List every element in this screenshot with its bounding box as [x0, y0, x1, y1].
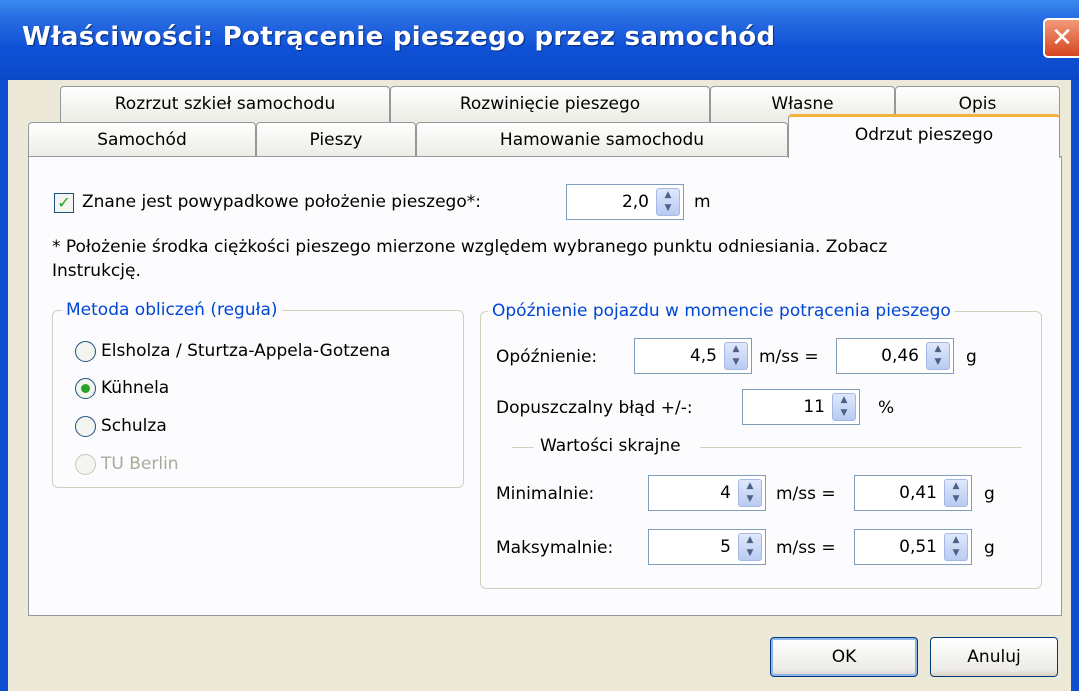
spin-buttons[interactable]: ▲ ▼: [738, 533, 762, 561]
maximum-unit-mss: m/ss =: [776, 538, 836, 558]
spin-up-icon[interactable]: ▲: [739, 534, 761, 547]
spin-down-icon[interactable]: ▼: [945, 547, 967, 560]
maximum-unit-g: g: [984, 538, 995, 558]
ok-button[interactable]: OK: [770, 637, 918, 677]
spin-up-icon[interactable]: ▲: [725, 343, 747, 356]
known-position-spinner[interactable]: 2,0 ▲ ▼: [566, 184, 684, 220]
spin-down-icon[interactable]: ▼: [739, 493, 761, 506]
spin-buttons[interactable]: ▲ ▼: [724, 342, 748, 370]
tab-rozrzut-szkiel[interactable]: Rozrzut szkieł samochodu: [60, 86, 390, 122]
spin-buttons[interactable]: ▲ ▼: [926, 342, 950, 370]
deceleration-value: 4,5: [689, 346, 717, 366]
radio-tu-berlin: [75, 454, 96, 475]
tolerance-value: 11: [803, 397, 825, 417]
spin-down-icon[interactable]: ▼: [833, 407, 855, 420]
spin-buttons[interactable]: ▲ ▼: [832, 393, 856, 421]
note-line-2: Instrukcję.: [52, 261, 141, 281]
minimum-g-spinner[interactable]: 0,41 ▲ ▼: [854, 475, 972, 511]
maximum-spinner[interactable]: 5 ▲ ▼: [648, 529, 766, 565]
radio-elsholza[interactable]: [75, 341, 96, 362]
extremes-title: Wartości skrajne: [540, 436, 681, 456]
spin-buttons[interactable]: ▲ ▼: [944, 533, 968, 561]
tab-samochod[interactable]: Samochód: [28, 122, 256, 158]
deceleration-spinner[interactable]: 4,5 ▲ ▼: [634, 338, 752, 374]
spin-up-icon[interactable]: ▲: [945, 480, 967, 493]
spin-buttons[interactable]: ▲ ▼: [738, 479, 762, 507]
known-position-unit: m: [694, 192, 711, 212]
deceleration-unit-mss: m/ss =: [759, 347, 819, 367]
tab-rozwiniecie-pieszego[interactable]: Rozwinięcie pieszego: [390, 86, 710, 122]
tab-hamowanie-samochodu[interactable]: Hamowanie samochodu: [416, 122, 788, 158]
radio-schulza[interactable]: [75, 416, 96, 437]
spin-up-icon[interactable]: ▲: [927, 343, 949, 356]
minimum-spinner[interactable]: 4 ▲ ▼: [648, 475, 766, 511]
tab-pieszy[interactable]: Pieszy: [256, 122, 416, 158]
maximum-g-value: 0,51: [899, 537, 937, 557]
deceleration-unit-g: g: [966, 347, 977, 367]
method-group-legend: Metoda obliczeń (reguła): [62, 300, 282, 320]
spin-down-icon[interactable]: ▼: [739, 547, 761, 560]
deceleration-g-value: 0,46: [881, 346, 919, 366]
note-line-1: * Położenie środka ciężkości pieszego mi…: [52, 237, 888, 257]
spin-buttons[interactable]: ▲ ▼: [944, 479, 968, 507]
window-title: Właściwości: Potrącenie pieszego przez s…: [22, 22, 776, 52]
radio-tu-berlin-label: TU Berlin: [101, 454, 179, 474]
spin-buttons[interactable]: ▲ ▼: [656, 188, 680, 216]
extremes-divider-right: [700, 447, 1022, 448]
spin-up-icon[interactable]: ▲: [739, 480, 761, 493]
spin-down-icon[interactable]: ▼: [725, 356, 747, 369]
close-button[interactable]: ✕: [1043, 18, 1079, 58]
maximum-value: 5: [720, 537, 731, 557]
minimum-value: 4: [720, 483, 731, 503]
deceleration-label: Opóźnienie:: [496, 347, 598, 367]
known-position-value: 2,0: [621, 192, 649, 212]
spin-up-icon[interactable]: ▲: [945, 534, 967, 547]
spin-up-icon[interactable]: ▲: [657, 189, 679, 202]
tolerance-spinner[interactable]: 11 ▲ ▼: [742, 389, 860, 425]
maximum-label: Maksymalnie:: [496, 538, 614, 558]
minimum-g-value: 0,41: [899, 483, 937, 503]
tolerance-unit: %: [878, 398, 895, 418]
window-frame-left: [0, 80, 8, 691]
window-frame-right: [1071, 80, 1079, 691]
minimum-unit-g: g: [984, 484, 995, 504]
tolerance-label: Dopuszczalny błąd +/-:: [496, 398, 693, 418]
maximum-g-spinner[interactable]: 0,51 ▲ ▼: [854, 529, 972, 565]
deceleration-g-spinner[interactable]: 0,46 ▲ ▼: [836, 338, 954, 374]
spin-down-icon[interactable]: ▼: [657, 202, 679, 215]
radio-kuhnela[interactable]: [75, 378, 96, 399]
known-position-checkbox[interactable]: ✓: [54, 193, 74, 213]
spin-up-icon[interactable]: ▲: [833, 394, 855, 407]
deceleration-group-legend: Opóźnienie pojazdu w momencie potrącenia…: [488, 301, 955, 321]
radio-elsholza-label: Elsholza / Sturtza-Appela-Gotzena: [101, 341, 391, 361]
known-position-label: Znane jest powypadkowe położenie pieszeg…: [82, 192, 481, 212]
minimum-unit-mss: m/ss =: [776, 484, 836, 504]
properties-dialog: Właściwości: Potrącenie pieszego przez s…: [0, 0, 1079, 691]
spin-down-icon[interactable]: ▼: [927, 356, 949, 369]
radio-schulza-label: Schulza: [101, 416, 167, 436]
spin-down-icon[interactable]: ▼: [945, 493, 967, 506]
tab-odrzut-pieszego[interactable]: Odrzut pieszego: [788, 114, 1060, 158]
title-bar[interactable]: Właściwości: Potrącenie pieszego przez s…: [0, 0, 1079, 80]
extremes-divider-left: [512, 447, 534, 448]
cancel-button[interactable]: Anuluj: [930, 637, 1058, 677]
minimum-label: Minimalnie:: [496, 484, 595, 504]
radio-kuhnela-label: Kühnela: [101, 378, 170, 398]
